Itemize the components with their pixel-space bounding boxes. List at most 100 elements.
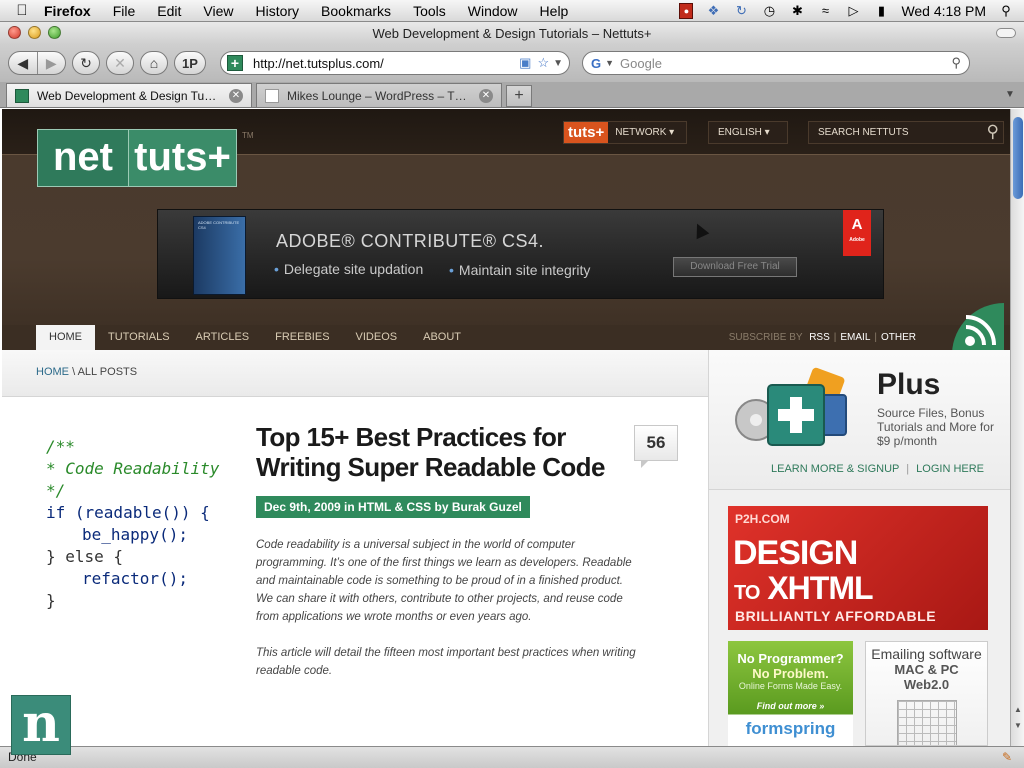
p2h-ad[interactable]: P2H.COM DESIGN TO XHTML BRILLIANTLY AFFO… <box>728 506 988 630</box>
reload-button[interactable]: ↻ <box>72 51 100 75</box>
plus-toolbox-icon[interactable] <box>734 365 852 453</box>
menu-extras: ● ❖ ↻ ◷ ✱ ≈ ▷ ▮ Wed 4:18 PM ⚲ <box>679 2 1024 19</box>
tab-bar: Web Development & Design Tu… ✕ Mikes Lou… <box>0 82 1024 108</box>
toolbar-toggle-button[interactable] <box>996 28 1016 38</box>
bluetooth-icon[interactable]: ✱ <box>789 3 805 18</box>
close-tab-icon[interactable]: ✕ <box>229 88 243 103</box>
scroll-down-icon[interactable]: ▼ <box>1014 721 1022 730</box>
wifi-icon[interactable]: ≈ <box>817 3 833 18</box>
search-icon[interactable]: ⚲ <box>951 55 961 71</box>
battery-icon[interactable]: ▮ <box>873 3 889 18</box>
article-summary: This article will detail the fifteen mos… <box>256 647 636 677</box>
comment-count-badge[interactable]: 56 <box>634 425 678 468</box>
formspring-cta: Find out more » <box>756 701 825 711</box>
scroll-up-icon[interactable]: ▲ <box>1014 705 1022 714</box>
language-select[interactable]: ENGLISH ▾ <box>708 121 788 144</box>
code-line: */ <box>46 481 66 500</box>
engine-dropdown-icon[interactable]: ▼ <box>605 58 614 68</box>
firebug-icon[interactable]: ✎ <box>1002 750 1012 764</box>
zoom-window-button[interactable] <box>48 26 61 39</box>
google-engine-icon[interactable]: G <box>591 56 601 71</box>
tuts-network-menu[interactable]: tuts+ NETWORK ▾ <box>563 121 687 144</box>
adobe-ad-banner[interactable]: ADOBE CONTRIBUTE CS4 ADOBE® CONTRIBUTE® … <box>157 209 884 299</box>
stop-button[interactable]: ✕ <box>106 51 134 75</box>
sync-icon[interactable]: ↻ <box>733 3 749 18</box>
menubar-clock[interactable]: Wed 4:18 PM <box>901 3 986 19</box>
menu-firefox[interactable]: Firefox <box>44 3 102 19</box>
new-tab-button[interactable]: + <box>506 85 532 107</box>
scrollbar-thumb[interactable] <box>1013 117 1023 199</box>
volume-icon[interactable]: ▷ <box>845 3 861 18</box>
formspring-logo: formspring <box>745 719 836 738</box>
back-forward-buttons: ◀ ▶ <box>8 51 66 75</box>
nav-home[interactable]: HOME <box>36 325 95 350</box>
site-favicon-icon: + <box>227 55 243 71</box>
menu-window[interactable]: Window <box>457 3 529 19</box>
close-tab-icon[interactable]: ✕ <box>479 88 493 103</box>
back-button[interactable]: ◀ <box>9 52 37 74</box>
subscribe-email-link[interactable]: EMAIL <box>836 332 874 343</box>
search-input[interactable]: Google <box>620 56 951 71</box>
menu-edit[interactable]: Edit <box>146 3 192 19</box>
learn-more-link[interactable]: LEARN MORE & SIGNUP <box>771 463 899 475</box>
window-controls <box>8 26 61 39</box>
plus-links: LEARN MORE & SIGNUP | LOGIN HERE <box>771 463 984 475</box>
adobe-logo-icon: A Adobe <box>843 210 871 256</box>
dropbox-icon[interactable]: ❖ <box>705 3 721 18</box>
nettuts-logo[interactable]: net tuts+ TM <box>37 129 254 187</box>
home-button[interactable]: ⌂ <box>140 51 168 75</box>
url-bar[interactable]: + http://net.tutsplus.com/ ▣ ☆ ▼ <box>220 51 570 75</box>
mailpro-ad[interactable]: Emailing software MAC & PC Web2.0 <box>865 641 988 746</box>
subscribe-other-link[interactable]: OTHER <box>877 332 920 343</box>
tab-nettuts[interactable]: Web Development & Design Tu… ✕ <box>6 83 252 107</box>
breadcrumb-home-link[interactable]: HOME <box>36 366 69 378</box>
time-machine-icon[interactable]: ◷ <box>761 3 777 18</box>
search-icon[interactable]: ⚲ <box>987 122 999 142</box>
window-title: Web Development & Design Tutorials – Net… <box>372 25 652 41</box>
login-link[interactable]: LOGIN HERE <box>916 463 984 475</box>
ad-headline: ADOBE® CONTRIBUTE® CS4. <box>276 231 545 251</box>
window-titlebar: Web Development & Design Tutorials – Net… <box>0 22 1024 44</box>
menu-bookmarks[interactable]: Bookmarks <box>310 3 402 19</box>
menu-view[interactable]: View <box>192 3 244 19</box>
onepassword-button[interactable]: 1P <box>174 51 206 75</box>
menu-help[interactable]: Help <box>529 3 580 19</box>
plus-promo: Plus Source Files, Bonus Tutorials and M… <box>709 350 1010 490</box>
vertical-scrollbar[interactable]: ▲ ▼ <box>1010 109 1024 746</box>
menu-bar:  Firefox File Edit View History Bookmar… <box>0 0 1024 22</box>
article-title[interactable]: Top 15+ Best Practices for Writing Super… <box>256 422 636 482</box>
subscribe-rss-link[interactable]: RSS <box>805 332 834 343</box>
download-trial-button[interactable]: Download Free Trial <box>673 257 797 277</box>
search-bar[interactable]: G ▼ Google ⚲ <box>582 51 970 75</box>
article-thumbnail-code[interactable]: /** * Code Readability */ if (readable()… <box>46 436 219 612</box>
ad-point: Delegate site updation <box>274 261 423 277</box>
site-search-input[interactable]: SEARCH NETTUTS ⚲ <box>808 121 1004 144</box>
subscribe-label: SUBSCRIBE BY <box>728 332 803 343</box>
bookmark-star-icon[interactable]: ☆ <box>537 55 549 71</box>
minimize-window-button[interactable] <box>28 26 41 39</box>
nav-videos[interactable]: VIDEOS <box>343 325 411 350</box>
main-content: HOME \ ALL POSTS /** * Code Readability … <box>2 350 708 746</box>
nav-tutorials[interactable]: TUTORIALS <box>95 325 183 350</box>
logo-tuts: tuts+ <box>129 129 237 187</box>
url-input[interactable]: http://net.tutsplus.com/ <box>253 56 519 71</box>
url-history-dropdown-icon[interactable]: ▼ <box>553 58 563 69</box>
nav-articles[interactable]: ARTICLES <box>183 325 263 350</box>
tab-list-icon[interactable]: ▼ <box>1002 89 1018 103</box>
record-icon[interactable]: ● <box>679 2 694 19</box>
menu-file[interactable]: File <box>102 3 147 19</box>
rss-feed-icon[interactable] <box>946 303 1004 353</box>
adobe-logo-word: Adobe <box>849 237 865 243</box>
apple-menu-icon[interactable]:  <box>0 2 44 19</box>
close-window-button[interactable] <box>8 26 21 39</box>
breadcrumb-separator: \ <box>72 366 76 378</box>
forward-button[interactable]: ▶ <box>36 52 66 74</box>
nav-freebies[interactable]: FREEBIES <box>262 325 342 350</box>
nav-about[interactable]: ABOUT <box>410 325 474 350</box>
spotlight-icon[interactable]: ⚲ <box>998 3 1014 18</box>
rss-feed-icon[interactable]: ▣ <box>519 55 531 71</box>
menu-history[interactable]: History <box>244 3 310 19</box>
formspring-ad[interactable]: No Programmer? No Problem. Online Forms … <box>728 641 853 746</box>
tab-mikes-lounge[interactable]: Mikes Lounge – WordPress – T… ✕ <box>256 83 502 107</box>
menu-tools[interactable]: Tools <box>402 3 457 19</box>
